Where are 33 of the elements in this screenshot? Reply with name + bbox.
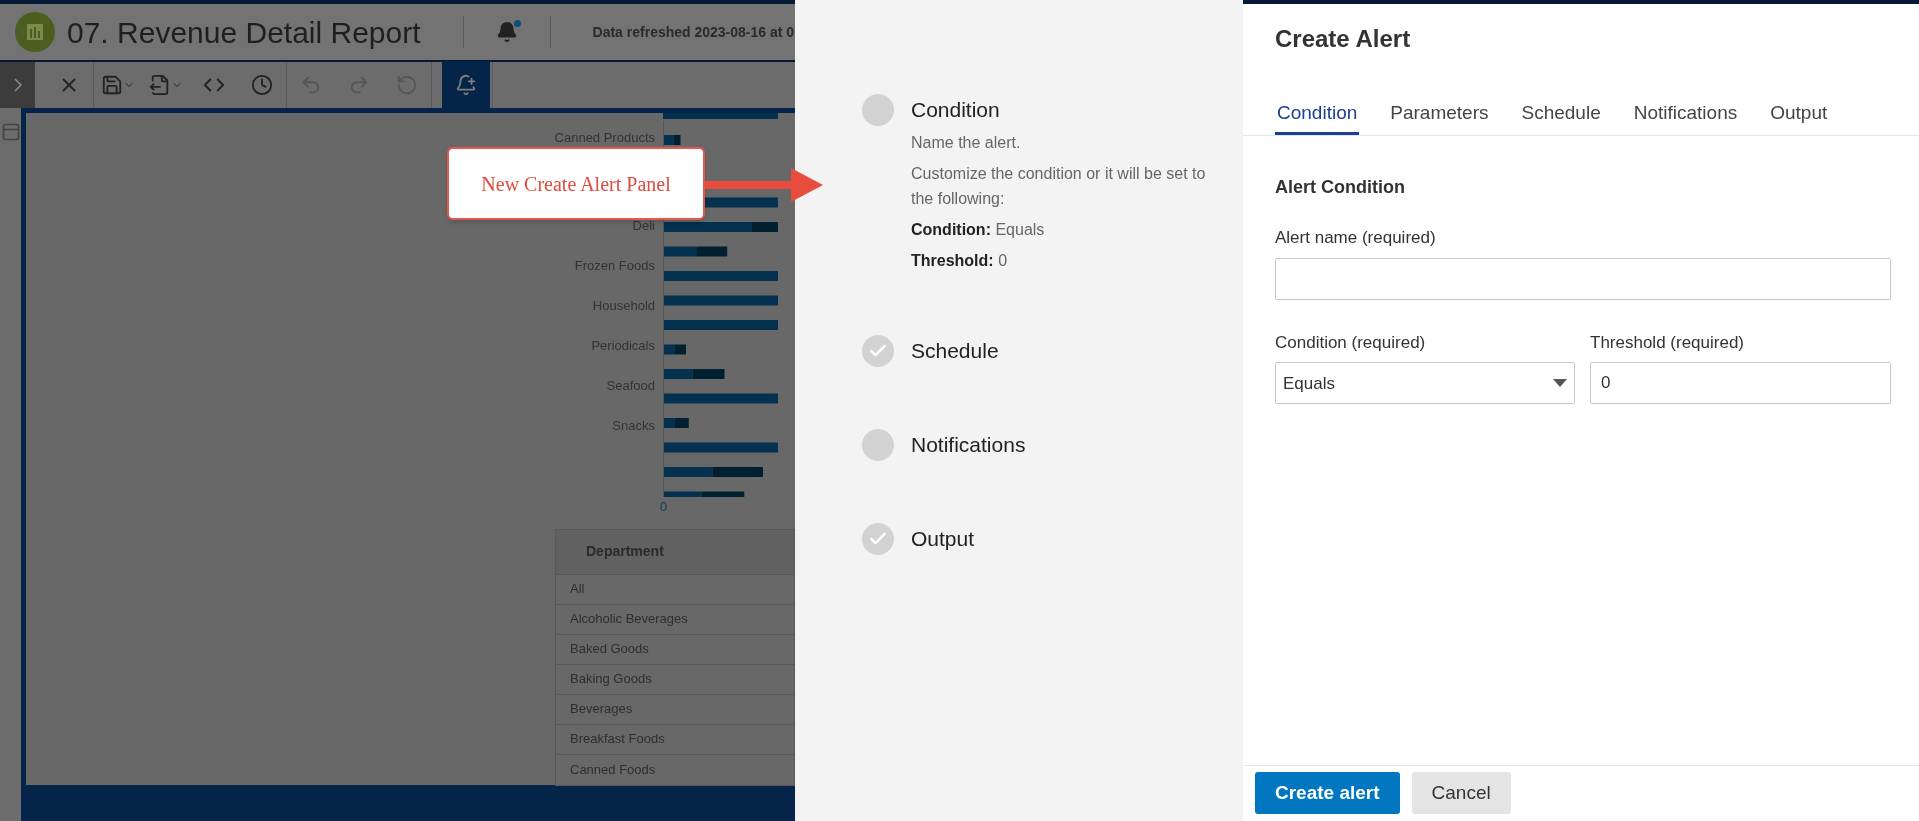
create-alert-button[interactable]: Create alert: [1255, 772, 1400, 815]
step-title[interactable]: Notifications: [911, 431, 1026, 459]
tab[interactable]: Output: [1768, 98, 1830, 136]
table-cell: All: [556, 574, 794, 605]
step-description: Customize the condition or it will be set to the following:: [911, 164, 1207, 209]
cancel-button[interactable]: Cancel: [1411, 772, 1511, 815]
table-cell: Beverages: [556, 694, 794, 725]
threshold-field[interactable]: 0: [1590, 362, 1891, 405]
table-header: Department: [556, 529, 794, 575]
step-title[interactable]: Schedule: [911, 337, 999, 365]
field-label: Condition (required): [1275, 331, 1427, 354]
step-description: Name the alert.: [911, 133, 1022, 153]
tab[interactable]: Parameters: [1388, 98, 1491, 136]
field-label: Alert name (required): [1275, 227, 1437, 250]
step-setting: Condition: Equals: [911, 220, 1046, 240]
callout-text: New Create Alert Panel: [481, 171, 671, 197]
table-cell: Alcoholic Beverages: [556, 604, 794, 635]
field-label: Threshold (required): [1590, 331, 1745, 354]
axis-tick: 0: [660, 498, 669, 516]
section-heading: Alert Condition: [1275, 176, 1406, 200]
table-cell: Breakfast Foods: [556, 724, 794, 755]
tab[interactable]: Notifications: [1631, 98, 1740, 136]
table-cell: Baking Goods: [556, 664, 794, 695]
refresh-status: Data refreshed 2023-08-16 at 0: [592, 22, 795, 42]
table-cell-text: Canned Foods: [569, 760, 657, 779]
step-setting: Threshold: 0: [911, 251, 1009, 271]
table-cell: Baked Goods: [556, 634, 794, 665]
step-title[interactable]: Condition: [911, 96, 1231, 124]
step-title[interactable]: Output: [911, 525, 975, 553]
report-title: 07. Revenue Detail Report: [67, 14, 421, 51]
panel-title: Create Alert: [1275, 23, 1412, 54]
condition-select[interactable]: Equals: [1275, 362, 1575, 405]
tab[interactable]: Schedule: [1519, 98, 1603, 136]
